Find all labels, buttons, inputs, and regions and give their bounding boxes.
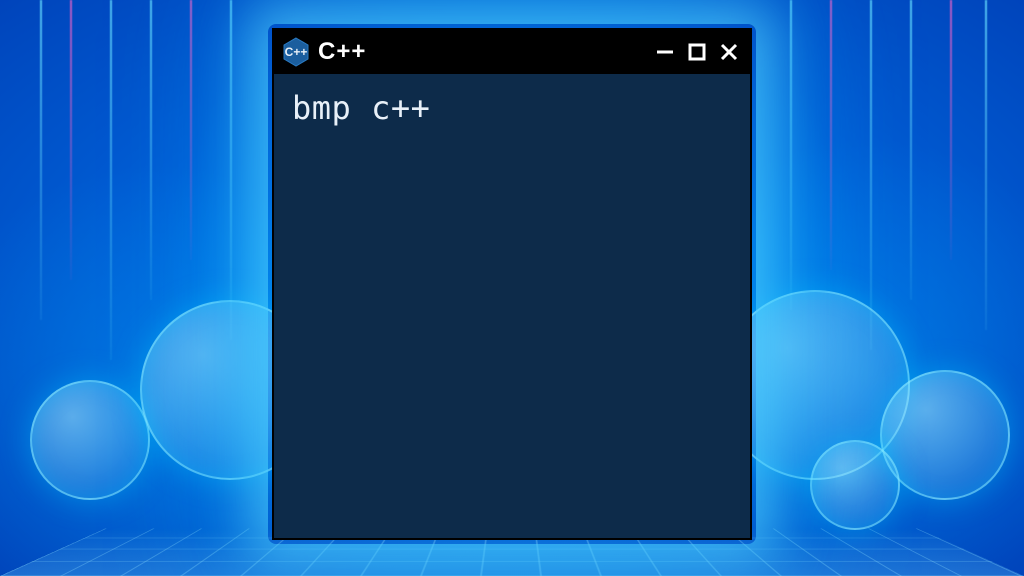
cpp-icon: C++	[282, 38, 310, 66]
content-text: bmp c++	[292, 89, 430, 127]
window-controls	[654, 41, 740, 63]
minimize-button[interactable]	[654, 41, 676, 63]
window-title: C++	[318, 38, 366, 66]
maximize-button[interactable]	[686, 41, 708, 63]
app-window: C++ C++ bmp c++	[272, 28, 752, 540]
cpp-icon-label: C++	[283, 37, 309, 67]
titlebar[interactable]: C++ C++	[274, 30, 750, 74]
close-button[interactable]	[718, 41, 740, 63]
window-content[interactable]: bmp c++	[274, 74, 750, 538]
